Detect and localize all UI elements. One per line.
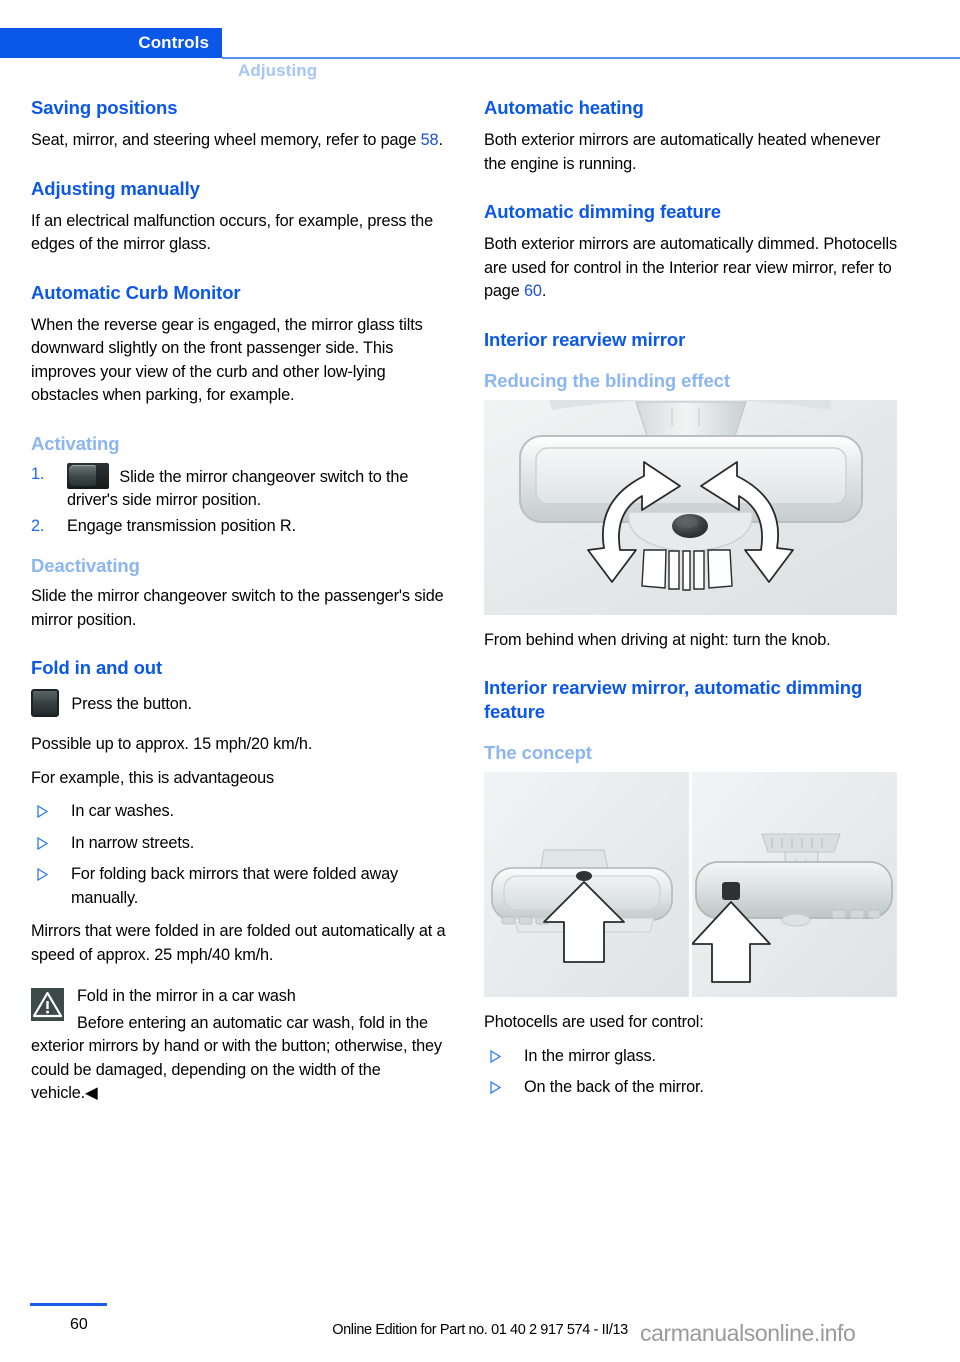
fold-button-line: Press the button. — [31, 689, 449, 717]
text-automatic-dimming-feature: Both exterior mirrors are automatically … — [484, 233, 902, 304]
heading-activating: Activating — [31, 432, 120, 454]
header-divider — [222, 57, 960, 59]
step-number: 2. — [31, 516, 45, 535]
text-fold-speed: Possible up to approx. 15 mph/20 km/h. — [31, 735, 313, 753]
site-watermark: carmanualsonline.info — [640, 1320, 856, 1346]
list-item-label: In car washes. — [71, 802, 174, 820]
list-item-label: In narrow streets. — [71, 833, 195, 852]
text-automatic-curb-monitor: When the reverse gear is engaged, the mi… — [31, 315, 423, 405]
footer-divider — [30, 1303, 107, 1306]
heading-adjusting-manually: Adjusting manually — [31, 177, 200, 199]
triangle-bullet-icon — [37, 836, 49, 850]
tab-controls-label: Controls — [138, 33, 209, 52]
triangle-bullet-icon — [490, 1081, 502, 1094]
list-item: In car washes. — [31, 800, 449, 824]
page-header: Controls Adjusting — [0, 0, 960, 80]
triangle-bullet-icon — [37, 805, 49, 818]
saving-positions-text-before: Seat, mirror, and steering wheel memory,… — [31, 131, 421, 149]
heading-interior-rearview-mirror: Interior rearview mirror — [484, 328, 686, 350]
fold-advantages-list: In car washes. In narrow streets. For fo… — [31, 800, 449, 910]
photocell-rear-panel — [689, 772, 897, 997]
saving-positions-text-after: . — [438, 131, 443, 149]
left-column: Saving positions Seat, mirror, and steer… — [31, 96, 449, 1106]
heading-interior-rearview-mirror-auto: Interior rearview mirror, automatic dimm… — [484, 677, 863, 722]
heading-the-concept: The concept — [484, 742, 592, 763]
heading-saving-positions: Saving positions — [31, 97, 178, 118]
heading-automatic-curb-monitor: Automatic Curb Monitor — [31, 281, 241, 303]
page-ref-58[interactable]: 58 — [421, 131, 439, 149]
step-text: Slide the mirror changeover switch to th… — [67, 467, 409, 510]
fold-button-text: Press the button. — [71, 695, 192, 713]
page-ref-60[interactable]: 60 — [524, 282, 542, 300]
photocell-front-panel — [484, 772, 689, 997]
text-deactivating: Slide the mirror changeover switch to th… — [31, 587, 444, 629]
mirror-rotation-illustration — [484, 364, 897, 615]
heading-fold-in-and-out: Fold in and out — [31, 657, 163, 678]
right-column: Automatic heating Both exterior mirrors … — [484, 96, 902, 1110]
warning-title: Fold in the mirror in a car wash — [77, 987, 296, 1005]
warning-note: Fold in the mirror in a car wash Before … — [31, 985, 449, 1106]
step-text: Engage transmission position R. — [67, 516, 296, 535]
dimming-text-after: . — [541, 282, 547, 300]
mirror-back-photocell-illustration — [691, 772, 896, 997]
heading-deactivating: Deactivating — [31, 555, 140, 576]
list-item: For folding back mirrors that were folde… — [31, 863, 449, 910]
list-item-label: In the mirror glass. — [524, 1046, 656, 1065]
list-item-label: For folding back mirrors that were folde… — [71, 865, 399, 907]
tab-adjusting-label[interactable]: Adjusting — [238, 61, 317, 81]
text-auto-unfold: Mirrors that were folded in are folded o… — [31, 922, 446, 964]
header-tabbar: Controls Adjusting — [0, 28, 960, 80]
mirror-changeover-switch-icon — [67, 462, 109, 489]
text-photocells-intro: Photocells are used for control: — [484, 1013, 704, 1031]
step-number: 1. — [31, 464, 45, 483]
activating-steps: 1. Slide the mirror changeover switch to… — [31, 462, 449, 539]
photocell-locations-list: In the mirror glass. On the back of the … — [484, 1045, 902, 1100]
warning-body: Before entering an automatic car wash, f… — [31, 1013, 442, 1103]
list-item: In the mirror glass. — [484, 1045, 902, 1069]
text-fold-example-intro: For example, this is advantageous — [31, 768, 275, 787]
warning-triangle-icon — [31, 988, 64, 1021]
list-item: On the back of the mirror. — [484, 1076, 902, 1100]
fold-mirror-button-icon — [31, 689, 59, 717]
text-automatic-heating: Both exterior mirrors are automatically … — [484, 131, 881, 173]
heading-automatic-dimming-feature: Automatic dimming feature — [484, 201, 721, 222]
tab-controls[interactable]: Controls — [0, 28, 222, 58]
caption-mirror-knob: From behind when driving at night: turn … — [484, 630, 831, 649]
triangle-bullet-icon — [37, 868, 49, 881]
text-adjusting-manually: If an electrical malfunction occurs, for… — [31, 211, 433, 254]
interior-mirror-knob-rotation-figure — [484, 364, 897, 615]
photocell-locations-figure — [484, 772, 897, 997]
heading-reducing-blinding-effect: Reducing the blinding effect — [484, 369, 730, 391]
text-saving-positions: Seat, mirror, and steering wheel memory,… — [31, 129, 449, 153]
step-item: 1. Slide the mirror changeover switch to… — [31, 462, 449, 513]
list-item-label: On the back of the mirror. — [524, 1078, 704, 1096]
step-item: 2. Engage transmission position R. — [31, 515, 449, 539]
heading-automatic-heating: Automatic heating — [484, 97, 644, 118]
mirror-front-photocell-illustration — [484, 772, 688, 997]
triangle-bullet-icon — [490, 1049, 502, 1063]
list-item: In narrow streets. — [31, 832, 449, 856]
